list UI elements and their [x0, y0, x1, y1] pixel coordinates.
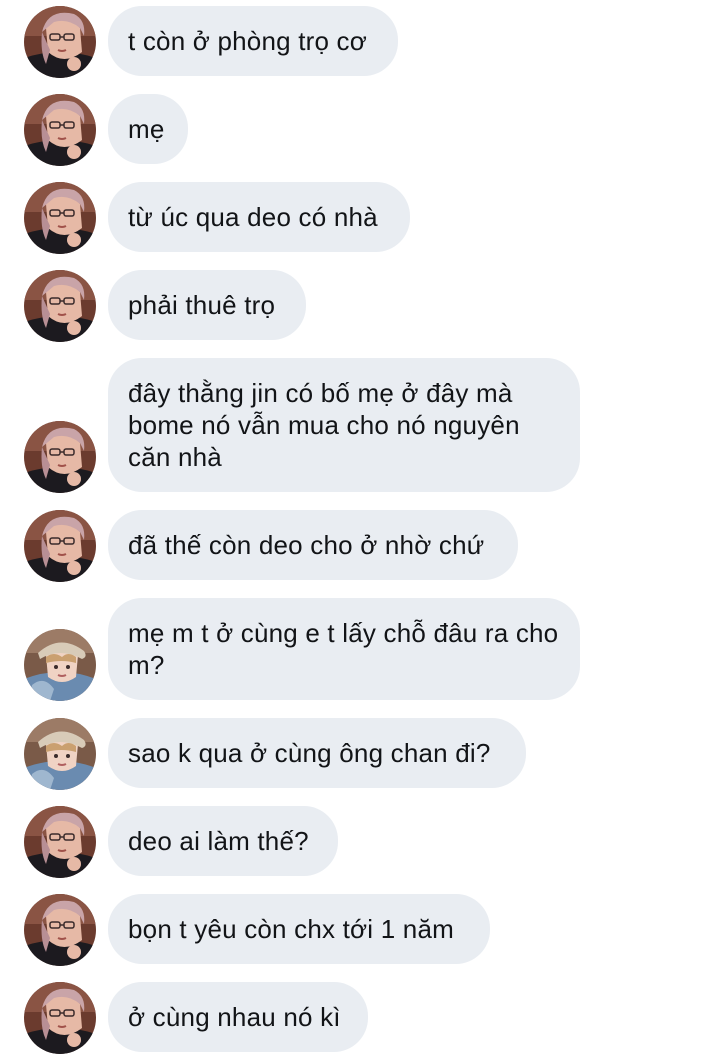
avatar-girl-icon[interactable]: [24, 182, 96, 254]
avatar-girl-icon[interactable]: [24, 510, 96, 582]
message-text: mẹ m t ở cùng e t lấy chỗ đâu ra cho m?: [128, 618, 559, 680]
avatar-girl-icon[interactable]: [24, 982, 96, 1054]
message-text: phải thuê trọ: [128, 290, 276, 320]
message-bubble[interactable]: đã thế còn deo cho ở nhờ chứ: [108, 510, 518, 580]
message-bubble[interactable]: mẹ: [108, 94, 188, 164]
message-bubble[interactable]: bọn t yêu còn chx tới 1 năm: [108, 894, 490, 964]
avatar-girl-icon[interactable]: [24, 421, 96, 493]
avatar-girl-icon[interactable]: [24, 806, 96, 878]
avatar-girl-icon[interactable]: [24, 94, 96, 166]
message-text: sao k qua ở cùng ông chan đi?: [128, 738, 491, 768]
message-text: đã thế còn deo cho ở nhờ chứ: [128, 530, 485, 560]
message-row: phải thuê trọ: [0, 270, 720, 340]
message-row: ở cùng nhau nó kì: [0, 982, 720, 1052]
avatar-girl-icon[interactable]: [24, 6, 96, 78]
avatar-girl-icon[interactable]: [24, 270, 96, 342]
message-bubble[interactable]: đây thằng jin có bố mẹ ở đây mà bome nó …: [108, 358, 580, 492]
message-text: t còn ở phòng trọ cơ: [128, 26, 368, 56]
message-row: đây thằng jin có bố mẹ ở đây mà bome nó …: [0, 358, 720, 492]
message-row: deo ai làm thế?: [0, 806, 720, 876]
message-bubble[interactable]: mẹ m t ở cùng e t lấy chỗ đâu ra cho m?: [108, 598, 580, 700]
message-bubble[interactable]: ở cùng nhau nó kì: [108, 982, 368, 1052]
message-row: mẹ m t ở cùng e t lấy chỗ đâu ra cho m?: [0, 598, 720, 700]
message-row: t còn ở phòng trọ cơ: [0, 6, 720, 76]
message-text: ở cùng nhau nó kì: [128, 1002, 341, 1032]
message-text: bọn t yêu còn chx tới 1 năm: [128, 914, 454, 944]
message-row: đã thế còn deo cho ở nhờ chứ: [0, 510, 720, 580]
message-text: từ úc qua deo có nhà: [128, 202, 378, 232]
message-row: sao k qua ở cùng ông chan đi?: [0, 718, 720, 788]
avatar-girl-icon[interactable]: [24, 894, 96, 966]
message-bubble[interactable]: t còn ở phòng trọ cơ: [108, 6, 398, 76]
message-text: mẹ: [128, 114, 165, 144]
message-row: bọn t yêu còn chx tới 1 năm: [0, 894, 720, 964]
message-row: mẹ: [0, 94, 720, 164]
message-bubble[interactable]: sao k qua ở cùng ông chan đi?: [108, 718, 526, 788]
message-text: deo ai làm thế?: [128, 826, 309, 856]
message-bubble[interactable]: từ úc qua deo có nhà: [108, 182, 410, 252]
message-bubble[interactable]: phải thuê trọ: [108, 270, 306, 340]
avatar-boy-icon[interactable]: [24, 718, 96, 790]
message-text: đây thằng jin có bố mẹ ở đây mà bome nó …: [128, 378, 520, 472]
message-bubble[interactable]: deo ai làm thế?: [108, 806, 338, 876]
avatar-boy-icon[interactable]: [24, 629, 96, 701]
message-row: từ úc qua deo có nhà: [0, 182, 720, 252]
